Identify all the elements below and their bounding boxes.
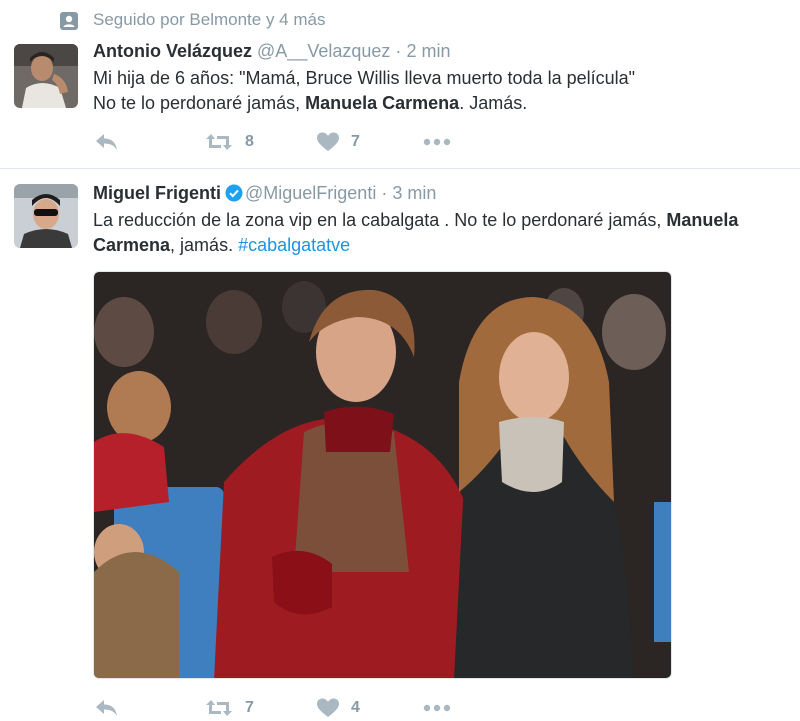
more-icon [423,704,451,712]
like-count: 7 [351,133,360,150]
author-handle[interactable]: @A__Velazquez [257,41,390,61]
reply-button[interactable] [95,695,119,721]
mention-bold: Manuela Carmena [305,93,460,113]
author-name[interactable]: Antonio Velázquez [93,41,252,61]
retweet-count: 7 [245,699,254,716]
verified-badge-icon [225,184,243,202]
text-fragment: . Jamás. [459,93,528,113]
hashtag-link[interactable]: #cabalgatatve [238,235,350,255]
tweet-text: La reducción de la zona vip en la cabalg… [93,208,793,258]
tweet[interactable]: Miguel Frigenti @MiguelFrigenti · 3 min L… [0,170,800,717]
person-icon [60,12,78,30]
timestamp[interactable]: 2 min [406,41,450,61]
social-context-text[interactable]: Seguido por Belmonte y 4 más [93,10,325,30]
tweet-header: Miguel Frigenti @MiguelFrigenti · 3 min [93,183,436,204]
reply-icon [95,699,119,717]
reply-button[interactable] [95,129,119,155]
tweet-actions: 8 7 [93,129,693,155]
avatar[interactable] [14,44,78,108]
tweet-actions: 7 4 [93,695,693,721]
like-button[interactable]: 7 [317,129,360,155]
heart-icon [317,132,339,152]
text-fragment: La reducción de la zona vip en la cabalg… [93,210,667,230]
reply-icon [95,133,119,151]
tweet-text-line: Mi hija de 6 años: "Mamá, Bruce Willis l… [93,68,636,88]
tweet-text: Mi hija de 6 años: "Mamá, Bruce Willis l… [93,66,793,116]
retweet-icon [205,132,233,152]
tweet-header: Antonio Velázquez @A__Velazquez · 2 min [93,41,450,62]
author-handle[interactable]: @MiguelFrigenti [245,183,376,203]
retweet-count: 8 [245,133,254,150]
like-button[interactable]: 4 [317,695,360,721]
more-icon [423,138,451,146]
separator: · [381,183,388,203]
social-context: Seguido por Belmonte y 4 más [0,0,800,40]
like-count: 4 [351,699,360,716]
timestamp[interactable]: 3 min [392,183,436,203]
retweet-button[interactable]: 7 [205,695,254,721]
tweet[interactable]: Antonio Velázquez @A__Velazquez · 2 min … [0,40,800,169]
text-fragment: , jamás. [170,235,239,255]
separator: · [395,41,402,61]
avatar[interactable] [14,184,78,248]
more-button[interactable] [423,695,451,721]
retweet-icon [205,698,233,718]
tweet-photo[interactable] [93,271,672,679]
tweet-text-line: No te lo perdonaré jamás, Manuela Carmen… [93,91,793,116]
heart-icon [317,698,339,718]
author-name[interactable]: Miguel Frigenti [93,183,221,203]
more-button[interactable] [423,129,451,155]
text-fragment: No te lo perdonaré jamás, [93,93,306,113]
retweet-button[interactable]: 8 [205,129,254,155]
